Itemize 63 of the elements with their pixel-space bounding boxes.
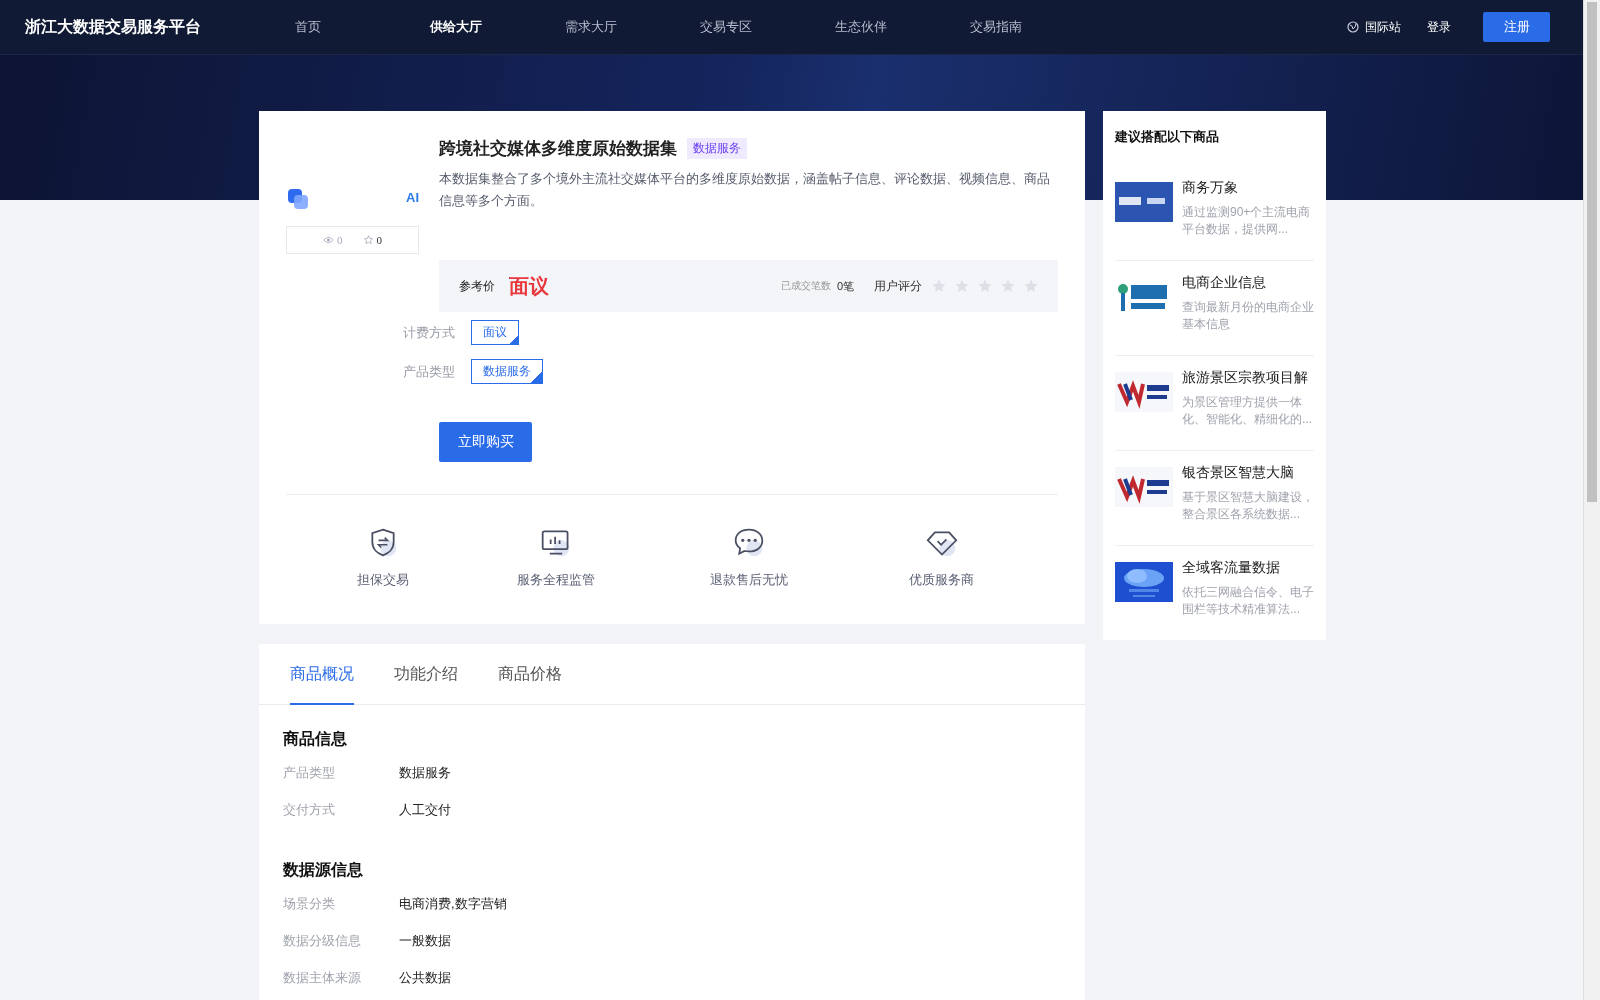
chat-bubble-icon xyxy=(733,527,766,559)
product-summary: 基于景区智慧大脑建设，整合景区各系统数据... xyxy=(1182,489,1314,523)
scrollbar-thumb[interactable] xyxy=(1587,2,1597,502)
nav-link[interactable]: 需求大厅 xyxy=(565,18,700,36)
product-summary: 通过监测90+个主流电商平台数据，提供网... xyxy=(1182,204,1312,238)
site-logo[interactable]: 浙江大数据交易服务平台 xyxy=(25,16,295,38)
eye-icon xyxy=(323,235,334,245)
nav-link[interactable]: 首页 xyxy=(295,18,430,36)
field-label: 数据主体来源 xyxy=(283,969,362,987)
login-link[interactable]: 登录 xyxy=(1427,18,1451,36)
product-name[interactable]: 旅游景区宗教项目解 xyxy=(1182,368,1314,386)
field-value: 人工交付 xyxy=(399,801,451,819)
favorite-count: 0 xyxy=(376,234,382,246)
price-value: 面议 xyxy=(509,273,549,299)
feature-label: 退款售后无忧 xyxy=(710,571,789,589)
rating-label: 用户评分 xyxy=(874,277,922,295)
field-label: 产品类型 xyxy=(283,764,336,782)
field-value: 一般数据 xyxy=(399,932,451,950)
deals-count: 0笔 xyxy=(836,278,854,294)
field-label: 场景分类 xyxy=(283,895,336,913)
field-label: 数据分级信息 xyxy=(283,932,362,950)
ai-label: AI xyxy=(406,190,419,205)
view-count: 0 xyxy=(337,234,343,246)
field-value: 数据服务 xyxy=(399,764,451,782)
feature-label: 优质服务商 xyxy=(909,571,975,589)
tab[interactable]: 商品概况 xyxy=(290,644,354,705)
product-description: 本数据集整合了多个境外主流社交媒体平台的多维度原始数据，涵盖帖子信息、评论数据、视频信息、商品信息等多个方面。 xyxy=(439,170,1051,210)
star-icon xyxy=(362,235,374,245)
nav-link[interactable]: 供给大厅 xyxy=(430,18,565,36)
section-heading: 商品信息 xyxy=(283,729,348,749)
panel-title: 建议搭配以下商品 xyxy=(1115,128,1220,146)
register-button[interactable]: 注册 xyxy=(1483,12,1550,42)
field-value: 电商消费,数字营销 xyxy=(399,895,507,913)
product-name[interactable]: 银杏景区智慧大脑 xyxy=(1182,463,1314,481)
spec-option[interactable]: 数据服务 xyxy=(471,359,543,384)
buy-now-button[interactable]: 立即购买 xyxy=(439,422,532,462)
nav-link[interactable]: 生态伙伴 xyxy=(835,18,970,36)
tab[interactable]: 功能介绍 xyxy=(394,644,458,705)
product-title: 跨境社交媒体多维度原始数据集 xyxy=(439,138,677,160)
product-name[interactable]: 商务万象 xyxy=(1182,178,1314,196)
product-summary: 依托三网融合信令、电子围栏等技术精准算法... xyxy=(1182,584,1314,618)
product-logo-icon xyxy=(286,187,310,211)
field-label: 交付方式 xyxy=(283,801,336,819)
nav-link[interactable]: 交易指南 xyxy=(970,18,1105,36)
spec-label: 产品类型 xyxy=(403,362,455,381)
nav-link[interactable]: 交易专区 xyxy=(700,18,835,36)
deals-label: 已成交笔数 xyxy=(780,279,831,293)
field-value: 公共数据 xyxy=(399,969,451,987)
globe-icon xyxy=(1347,21,1359,33)
tab[interactable]: 商品价格 xyxy=(498,644,562,705)
scrollbar[interactable] xyxy=(1583,0,1600,1000)
feature-label: 服务全程监管 xyxy=(517,571,596,589)
product-summary: 查询最新月份的电商企业基本信息 xyxy=(1182,299,1314,333)
category-tag: 数据服务 xyxy=(687,138,747,159)
spec-option[interactable]: 面议 xyxy=(471,320,519,345)
product-name[interactable]: 全域客流量数据 xyxy=(1182,558,1314,576)
price-label: 参考价 xyxy=(459,277,495,295)
spec-label: 计费方式 xyxy=(403,323,455,342)
section-heading: 数据源信息 xyxy=(283,860,364,880)
product-summary: 为景区管理方提供一体化、智能化、精细化的... xyxy=(1182,394,1313,428)
product-name[interactable]: 电商企业信息 xyxy=(1182,273,1314,291)
international-link[interactable]: 国际站 xyxy=(1365,18,1401,36)
feature-label: 担保交易 xyxy=(357,571,410,589)
